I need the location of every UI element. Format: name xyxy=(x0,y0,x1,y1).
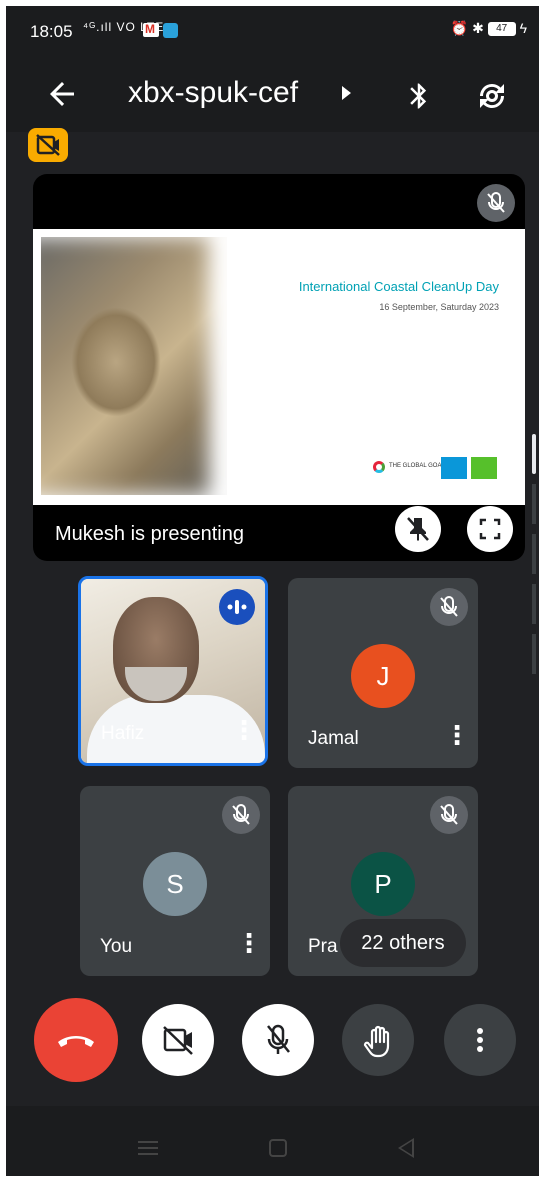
more-vert-icon[interactable] xyxy=(236,928,262,958)
sdg-badge-life-below-water xyxy=(441,457,467,479)
scrollbar[interactable] xyxy=(532,434,536,684)
switch-camera-icon[interactable] xyxy=(474,78,510,114)
participant-name: Hafiz xyxy=(101,723,145,744)
shared-slide: International Coastal CleanUp Day 16 Sep… xyxy=(33,229,525,505)
charging-icon: ϟ xyxy=(519,20,527,36)
back-arrow-icon[interactable] xyxy=(44,76,80,112)
unpin-icon[interactable] xyxy=(395,506,441,552)
avatar: S xyxy=(143,852,207,916)
recent-apps-icon[interactable] xyxy=(138,1140,158,1156)
gmail-icon xyxy=(143,22,159,37)
mic-off-icon xyxy=(430,796,468,834)
mic-toggle-button[interactable] xyxy=(242,1004,314,1076)
home-icon[interactable] xyxy=(269,1139,287,1157)
more-vert-icon[interactable] xyxy=(231,715,257,745)
slide-photo xyxy=(41,237,227,495)
avatar: J xyxy=(351,644,415,708)
scrollbar-track xyxy=(532,484,536,684)
mic-off-icon xyxy=(477,184,515,222)
camera-toggle-button[interactable] xyxy=(142,1004,214,1076)
mic-off-icon xyxy=(222,796,260,834)
system-nav-bar xyxy=(6,1106,539,1176)
end-call-button[interactable] xyxy=(34,998,118,1082)
meet-screen: 18:05 ⁴ᴳ.ıll VO LTE ⏰ ✱ 47 ϟ xbx-spuk-ce… xyxy=(6,6,539,1176)
slide-date: 16 September, Saturday 2023 xyxy=(379,302,499,312)
participant-name: Jamal xyxy=(308,728,359,749)
participant-name: You xyxy=(100,936,133,957)
status-time: 18:05 xyxy=(30,22,73,41)
battery-icon: 47 xyxy=(487,22,516,37)
meeting-code[interactable]: xbx-spuk-cef xyxy=(128,76,298,110)
speaking-indicator-icon xyxy=(219,589,255,625)
back-triangle-icon[interactable] xyxy=(398,1138,414,1158)
presentation-card[interactable]: International Coastal CleanUp Day 16 Sep… xyxy=(33,174,525,561)
raise-hand-button[interactable] xyxy=(342,1004,414,1076)
status-right: ⏰ ✱ 47 ϟ xyxy=(451,20,527,37)
video-hidden-icon xyxy=(28,128,68,162)
participant-tile-hafiz[interactable]: Hafiz xyxy=(78,576,268,766)
bluetooth-audio-icon[interactable] xyxy=(404,80,434,112)
more-options-button[interactable] xyxy=(444,1004,516,1076)
scrollbar-thumb[interactable] xyxy=(532,434,536,474)
more-vert-icon[interactable] xyxy=(444,720,470,750)
slide-title: International Coastal CleanUp Day xyxy=(298,279,499,294)
presenting-label: Mukesh is presenting xyxy=(55,523,244,545)
sdg-badge-life-on-land xyxy=(471,457,497,479)
chevron-right-icon[interactable] xyxy=(342,86,351,100)
mic-off-icon xyxy=(430,588,468,626)
participant-tile-jamal[interactable]: J Jamal xyxy=(288,578,478,768)
avatar: P xyxy=(351,852,415,916)
telegram-icon xyxy=(163,23,178,38)
bluetooth-icon: ✱ xyxy=(472,20,484,36)
meeting-header: xbx-spuk-cef xyxy=(6,54,539,132)
alarm-icon: ⏰ xyxy=(450,20,469,36)
global-goals-logo xyxy=(373,461,385,473)
status-bar: 18:05 ⁴ᴳ.ıll VO LTE ⏰ ✱ 47 ϟ xyxy=(6,6,539,54)
slide-footer: THE GLOBAL GOALS xyxy=(389,463,449,469)
others-chip[interactable]: 22 others xyxy=(340,919,466,967)
participant-name: Pra xyxy=(308,936,338,957)
participant-tile-you[interactable]: S You xyxy=(80,786,270,976)
fullscreen-icon[interactable] xyxy=(467,506,513,552)
